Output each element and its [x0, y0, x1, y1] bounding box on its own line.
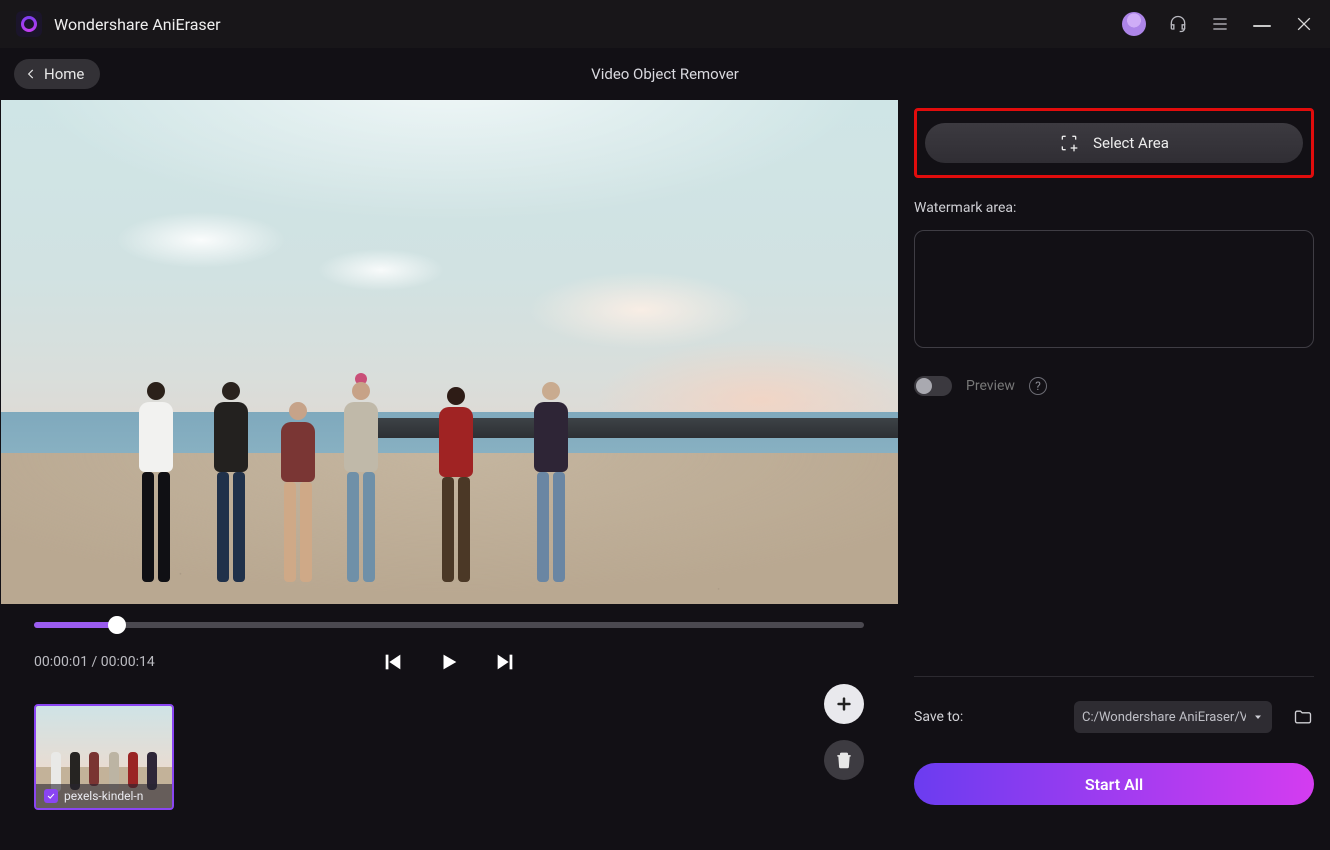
menu-icon[interactable] [1210, 14, 1230, 34]
save-to-label: Save to: [914, 709, 963, 725]
clip-thumbnail[interactable]: pexels-kindel-n [34, 704, 174, 810]
seek-fill [34, 622, 117, 628]
add-clip-button[interactable] [824, 684, 864, 724]
start-all-button[interactable]: Start All [914, 763, 1314, 805]
chevron-down-icon [1252, 711, 1264, 723]
chevron-left-icon [24, 67, 38, 81]
support-icon[interactable] [1168, 14, 1188, 34]
seek-thumb[interactable] [108, 616, 126, 634]
user-avatar[interactable] [1122, 12, 1146, 36]
save-path-dropdown[interactable]: C:/Wondershare AniEraser/V [1074, 701, 1272, 733]
window-close[interactable] [1294, 14, 1314, 34]
header-row: Home Video Object Remover [0, 48, 1330, 100]
select-area-highlight: Select Area [914, 108, 1314, 178]
start-all-label: Start All [1085, 775, 1143, 794]
help-icon[interactable]: ? [1029, 377, 1047, 395]
preview-label: Preview [966, 378, 1015, 394]
time-display: 00:00:01 / 00:00:14 [34, 654, 155, 670]
preview-toggle[interactable] [914, 376, 952, 396]
app-title: Wondershare AniEraser [54, 15, 221, 34]
window-minimize[interactable] [1252, 14, 1272, 34]
seek-bar[interactable] [34, 622, 864, 628]
app-logo [16, 11, 42, 37]
select-area-icon [1059, 133, 1079, 153]
video-preview[interactable] [1, 100, 898, 604]
title-bar: Wondershare AniEraser [0, 0, 1330, 48]
watermark-area-list [914, 230, 1314, 348]
page-title: Video Object Remover [591, 65, 739, 83]
delete-clip-button[interactable] [824, 740, 864, 780]
select-area-button[interactable]: Select Area [925, 123, 1303, 163]
select-area-label: Select Area [1093, 134, 1169, 152]
watermark-area-label: Watermark area: [914, 200, 1314, 216]
browse-folder-button[interactable] [1292, 707, 1314, 727]
home-label: Home [44, 65, 84, 83]
thumbnail-checkbox[interactable] [44, 789, 58, 803]
home-button[interactable]: Home [14, 59, 100, 89]
thumbnail-filename: pexels-kindel-n [64, 789, 143, 803]
save-path-text: C:/Wondershare AniEraser/V [1082, 710, 1246, 725]
